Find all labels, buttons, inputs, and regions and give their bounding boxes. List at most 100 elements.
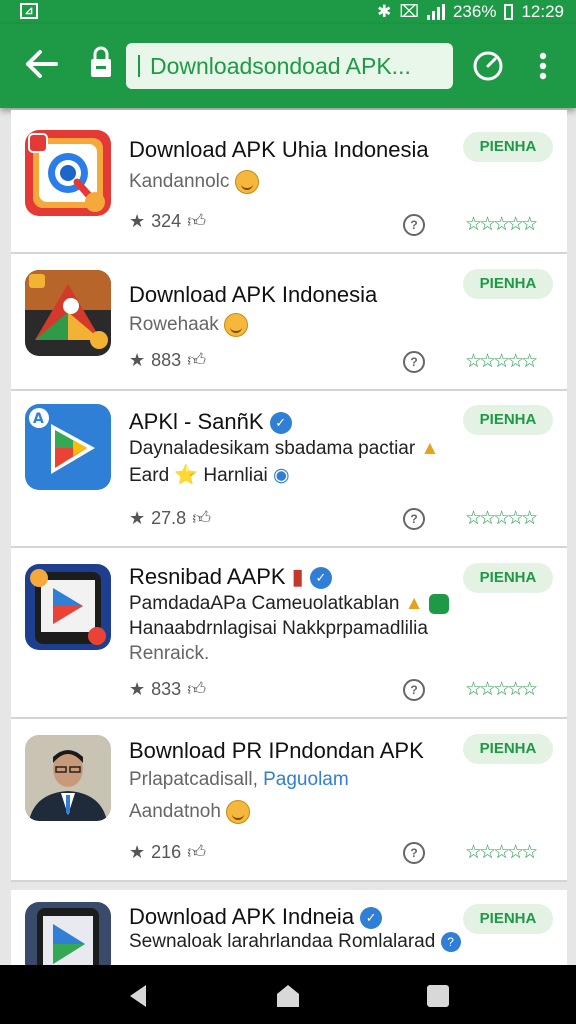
app-title: Download APK Indonesia bbox=[129, 282, 378, 307]
star-icon: ★ bbox=[129, 507, 146, 528]
rating-meta: ★ 833 👍︎ bbox=[129, 678, 206, 700]
star-rating: ☆☆☆☆☆ bbox=[465, 508, 538, 529]
star-icon: ★ bbox=[129, 841, 146, 862]
chrome-app-icon bbox=[25, 130, 111, 216]
smile-emoji-icon bbox=[224, 313, 249, 337]
app-title: Bownload PR IPndondan APK bbox=[129, 738, 424, 763]
back-arrow-icon[interactable] bbox=[22, 44, 62, 84]
flag-icon: ▮ bbox=[291, 564, 304, 589]
rating-meta: ★ 324 👍︎ bbox=[129, 210, 206, 232]
app-description: Daynaladesikam sbadama pactiar ▲ bbox=[129, 438, 440, 459]
star-icon: ★ bbox=[129, 678, 146, 699]
install-badge[interactable]: PIENHA bbox=[463, 734, 553, 764]
app-description: PamdadaAPa Cameuolatkablan ▲ bbox=[129, 593, 449, 615]
star-rating: ☆☆☆☆☆ bbox=[465, 842, 538, 863]
green-badge-icon bbox=[428, 593, 449, 614]
help-icon[interactable]: ? bbox=[403, 351, 425, 373]
nav-home-icon[interactable] bbox=[275, 983, 301, 1009]
publisher-link[interactable]: Paguolam bbox=[263, 769, 349, 790]
rating-count: 27.8 bbox=[151, 507, 187, 528]
hand-emoji-icon: ▲ bbox=[404, 593, 424, 614]
gallery-app-icon bbox=[25, 270, 111, 356]
svg-text:A: A bbox=[33, 411, 44, 427]
star-rating: ☆☆☆☆☆ bbox=[465, 214, 538, 235]
tablet-app-icon bbox=[25, 564, 111, 650]
smile-emoji-icon bbox=[226, 800, 251, 824]
app-subtitle: Prlapatcadisall, Paguolam bbox=[129, 769, 349, 790]
status-bar: ⊿ ✱ ⌧ 236% 12:29 bbox=[0, 0, 576, 24]
verified-icon: ✓ bbox=[360, 907, 383, 930]
app-subtitle-2: Aandatnoh bbox=[129, 800, 251, 824]
thumbs-up-icon[interactable]: 👍︎ bbox=[187, 349, 206, 371]
rating-meta: ★ 216 👍︎ bbox=[129, 841, 206, 863]
thumbs-up-icon[interactable]: 👍︎ bbox=[187, 210, 206, 232]
lock-icon[interactable] bbox=[88, 46, 114, 82]
text-caret bbox=[138, 55, 140, 77]
smile-emoji-icon bbox=[234, 170, 259, 194]
nav-back-icon[interactable] bbox=[126, 983, 152, 1009]
vibrate-icon: ⌧ bbox=[399, 2, 419, 21]
globe-emoji-icon: ◉ bbox=[273, 465, 290, 486]
star-icon: ★ bbox=[129, 349, 146, 370]
verified-icon: ✓ bbox=[269, 412, 292, 435]
install-badge[interactable]: PIENHA bbox=[463, 405, 553, 435]
help-icon[interactable]: ? bbox=[403, 679, 425, 701]
status-right: ✱ ⌧ 236% 12:29 bbox=[377, 2, 564, 22]
app-description-2: Eard ⭐ Harnliai ◉ bbox=[129, 465, 290, 486]
bluetooth-icon: ✱ bbox=[377, 2, 392, 21]
star-icon: ★ bbox=[129, 210, 146, 231]
navigation-bar bbox=[0, 965, 576, 1024]
rating-count: 324 bbox=[151, 210, 182, 231]
app-title: Download APK Indneia ✓ bbox=[129, 904, 383, 930]
list-item[interactable]: Bownload PR IPndondan APK Prlapatcadisal… bbox=[11, 719, 567, 882]
signal-icon bbox=[426, 4, 445, 20]
app-title: APKl - SanñK ✓ bbox=[129, 409, 292, 435]
list-item[interactable]: Resnibad AAPK ▮ ✓ PamdadaAPa Cameuolatka… bbox=[11, 548, 567, 719]
help-icon[interactable]: ? bbox=[403, 214, 425, 236]
rating-count: 833 bbox=[151, 678, 182, 699]
nav-recents-icon[interactable] bbox=[425, 983, 451, 1009]
rating-count: 216 bbox=[151, 841, 182, 862]
install-badge[interactable]: PIENHA bbox=[463, 269, 553, 299]
help-icon[interactable]: ? bbox=[403, 842, 425, 864]
thumbs-up-icon[interactable]: 👍︎ bbox=[192, 507, 211, 529]
app-logo-icon: ⊿ bbox=[20, 3, 38, 19]
install-badge[interactable]: PIENHA bbox=[463, 132, 553, 162]
hand-emoji-icon: ▲ bbox=[420, 438, 440, 459]
battery-text: 236% bbox=[452, 2, 497, 21]
url-input[interactable]: Downloadsondoad APK... bbox=[126, 43, 453, 89]
avatar-app-icon bbox=[25, 735, 111, 821]
install-badge[interactable]: PIENHA bbox=[463, 563, 553, 593]
url-text: Downloadsondoad APK... bbox=[150, 52, 411, 79]
app-description-3: Renraick. bbox=[129, 643, 210, 664]
verified-icon: ? bbox=[440, 931, 461, 952]
help-icon[interactable]: ? bbox=[403, 508, 425, 530]
app-description-2: Hanaabdrnlagisai Nakkprpamadlilia bbox=[129, 618, 428, 639]
list-item[interactable]: Download APK Uhia Indonesia Kandannolc P… bbox=[11, 110, 567, 254]
verified-icon: ✓ bbox=[309, 567, 332, 590]
app-title: Download APK Uhia Indonesia bbox=[129, 137, 429, 162]
more-vert-icon[interactable] bbox=[530, 48, 556, 84]
rating-meta: ★ 883 👍︎ bbox=[129, 349, 206, 371]
app-subtitle: Rowehaak bbox=[129, 313, 249, 337]
app-list: Download APK Uhia Indonesia Kandannolc P… bbox=[11, 110, 567, 965]
play-store-app-icon: A bbox=[25, 404, 111, 490]
rating-count: 883 bbox=[151, 349, 182, 370]
toolbar: Downloadsondoad APK... bbox=[0, 24, 576, 108]
thumbs-up-icon[interactable]: 👍︎ bbox=[187, 678, 206, 700]
rating-meta: ★ 27.8 👍︎ bbox=[129, 507, 211, 529]
app-title: Resnibad AAPK ▮ ✓ bbox=[129, 564, 332, 590]
battery-icon bbox=[504, 4, 514, 20]
star-rating: ☆☆☆☆☆ bbox=[465, 679, 538, 700]
list-item[interactable]: Download APK Indneia ✓ Sewnaloak larahrl… bbox=[11, 890, 567, 965]
list-item[interactable]: A APKl - SanñK ✓ Daynaladesikam sbadama … bbox=[11, 391, 567, 548]
app-subtitle: Kandannolc bbox=[129, 170, 259, 194]
star-rating: ☆☆☆☆☆ bbox=[465, 351, 538, 372]
list-item[interactable]: Download APK Indonesia Rowehaak PIENHA ★… bbox=[11, 254, 567, 391]
install-badge[interactable]: PIENHA bbox=[463, 904, 553, 934]
speed-gauge-icon[interactable] bbox=[470, 48, 506, 84]
phone-app-icon bbox=[25, 902, 111, 965]
app-description: Sewnaloak larahrlandaa Romlalarad ? bbox=[129, 931, 461, 953]
clock-text: 12:29 bbox=[521, 2, 564, 21]
thumbs-up-icon[interactable]: 👍︎ bbox=[187, 841, 206, 863]
